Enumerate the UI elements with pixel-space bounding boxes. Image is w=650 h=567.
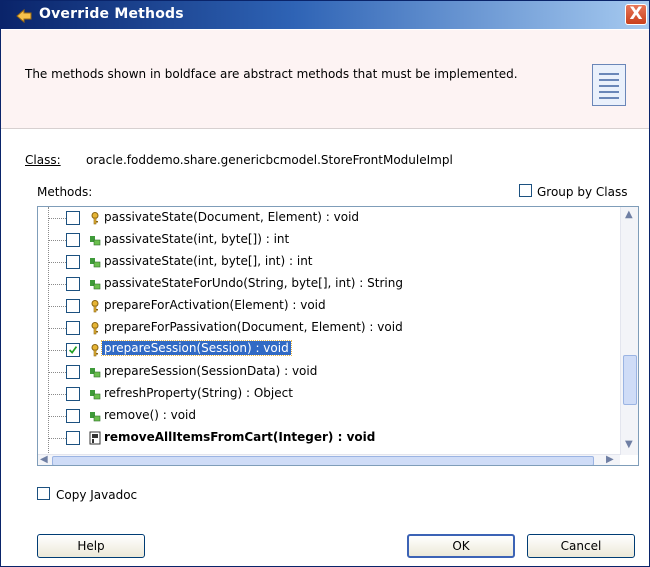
protected-method-icon bbox=[88, 233, 102, 247]
method-row[interactable]: passivateState(Document, Element) : void bbox=[38, 207, 620, 229]
tree-branch bbox=[48, 416, 66, 417]
key-icon bbox=[88, 299, 102, 313]
tree-branch bbox=[48, 350, 66, 351]
close-button[interactable]: X bbox=[625, 4, 647, 25]
copy-javadoc-checkbox[interactable] bbox=[37, 487, 50, 500]
horizontal-scroll-thumb[interactable] bbox=[52, 456, 594, 465]
group-by-class-label[interactable]: Group by Class bbox=[537, 185, 627, 199]
method-checkbox[interactable] bbox=[66, 343, 80, 357]
method-label: passivateState(int, byte[], int) : int bbox=[104, 254, 313, 268]
tree-branch bbox=[48, 240, 66, 241]
scroll-left-icon[interactable]: ◀ bbox=[40, 454, 48, 465]
methods-label: Methods: bbox=[37, 185, 93, 199]
tree-branch bbox=[48, 328, 66, 329]
method-checkbox[interactable] bbox=[66, 387, 80, 401]
horizontal-scrollbar[interactable]: ◀ ▶ bbox=[38, 454, 620, 465]
info-banner: The methods shown in boldface are abstra… bbox=[1, 30, 649, 129]
method-row[interactable]: passivateStateForUndo(String, byte[], in… bbox=[38, 273, 620, 295]
method-checkbox[interactable] bbox=[66, 321, 80, 335]
method-row[interactable]: prepareForPassivation(Document, Element)… bbox=[38, 317, 620, 339]
method-row[interactable]: prepareSession(SessionData) : void bbox=[38, 361, 620, 383]
method-checkbox[interactable] bbox=[66, 255, 80, 269]
method-row[interactable]: remove() : void bbox=[38, 405, 620, 427]
window-title: Override Methods bbox=[39, 6, 184, 22]
method-label: refreshProperty(String) : Object bbox=[104, 386, 293, 400]
method-label: prepareSession(Session) : void bbox=[101, 340, 292, 356]
method-row[interactable]: prepareSession(Session) : void bbox=[38, 339, 620, 361]
class-label-text: Class: bbox=[25, 153, 61, 167]
method-checkbox[interactable] bbox=[66, 211, 80, 225]
copy-javadoc-label[interactable]: Copy Javadoc bbox=[56, 488, 137, 502]
tree-branch bbox=[48, 284, 66, 285]
banner-text: The methods shown in boldface are abstra… bbox=[25, 67, 518, 81]
key-icon bbox=[88, 321, 102, 335]
checkmark-icon bbox=[68, 346, 78, 354]
key-icon bbox=[88, 343, 102, 357]
method-checkbox[interactable] bbox=[66, 277, 80, 291]
protected-method-icon bbox=[88, 365, 102, 379]
protected-method-icon bbox=[88, 409, 102, 423]
vertical-scrollbar[interactable]: ▲ ▼ bbox=[620, 207, 638, 455]
methods-list[interactable]: passivateState(Document, Element) : void… bbox=[37, 206, 639, 466]
override-methods-dialog: Override Methods X The methods shown in … bbox=[0, 0, 650, 567]
tree-branch bbox=[48, 394, 66, 395]
method-checkbox[interactable] bbox=[66, 365, 80, 379]
method-checkbox[interactable] bbox=[66, 409, 80, 423]
class-label: Class: bbox=[25, 153, 61, 167]
method-label: passivateStateForUndo(String, byte[], in… bbox=[104, 276, 403, 290]
tree-branch bbox=[48, 372, 66, 373]
method-label: prepareForActivation(Element) : void bbox=[104, 298, 326, 312]
method-checkbox[interactable] bbox=[66, 431, 80, 445]
tree-branch bbox=[48, 306, 66, 307]
title-bar[interactable]: Override Methods X bbox=[1, 1, 649, 29]
method-label: remove() : void bbox=[104, 408, 196, 422]
vertical-scroll-thumb[interactable] bbox=[623, 355, 637, 405]
cancel-button[interactable]: Cancel bbox=[527, 534, 635, 558]
method-row[interactable]: prepareForActivation(Element) : void bbox=[38, 295, 620, 317]
tree-branch bbox=[48, 438, 66, 439]
key-icon bbox=[88, 211, 102, 225]
close-icon: X bbox=[629, 4, 643, 24]
scroll-right-icon[interactable]: ▶ bbox=[606, 454, 614, 465]
override-icon bbox=[16, 8, 32, 23]
method-label: prepareForPassivation(Document, Element)… bbox=[104, 320, 403, 334]
group-by-class-checkbox[interactable] bbox=[519, 184, 532, 197]
document-icon bbox=[592, 64, 626, 106]
method-checkbox[interactable] bbox=[66, 233, 80, 247]
protected-method-icon bbox=[88, 387, 102, 401]
method-checkbox[interactable] bbox=[66, 299, 80, 313]
tree-branch bbox=[48, 218, 66, 219]
scroll-down-icon[interactable]: ▼ bbox=[625, 439, 633, 450]
method-row[interactable]: passivateState(int, byte[], int) : int bbox=[38, 251, 620, 273]
method-label: passivateState(Document, Element) : void bbox=[104, 210, 360, 224]
method-row[interactable]: removeAllItemsFromCart(Integer) : void bbox=[38, 427, 620, 449]
method-label: passivateState(int, byte[]) : int bbox=[104, 232, 290, 246]
help-button[interactable]: Help bbox=[37, 534, 145, 558]
tree-branch bbox=[48, 262, 66, 263]
method-label: prepareSession(SessionData) : void bbox=[104, 364, 318, 378]
method-row[interactable]: refreshProperty(String) : Object bbox=[38, 383, 620, 405]
protected-method-icon bbox=[88, 277, 102, 291]
abstract-method-icon bbox=[88, 431, 102, 445]
protected-method-icon bbox=[88, 255, 102, 269]
class-value: oracle.foddemo.share.genericbcmodel.Stor… bbox=[86, 153, 453, 167]
ok-button[interactable]: OK bbox=[407, 534, 515, 558]
method-label: removeAllItemsFromCart(Integer) : void bbox=[104, 430, 376, 444]
scroll-up-icon[interactable]: ▲ bbox=[625, 209, 633, 220]
method-row[interactable]: passivateState(int, byte[]) : int bbox=[38, 229, 620, 251]
